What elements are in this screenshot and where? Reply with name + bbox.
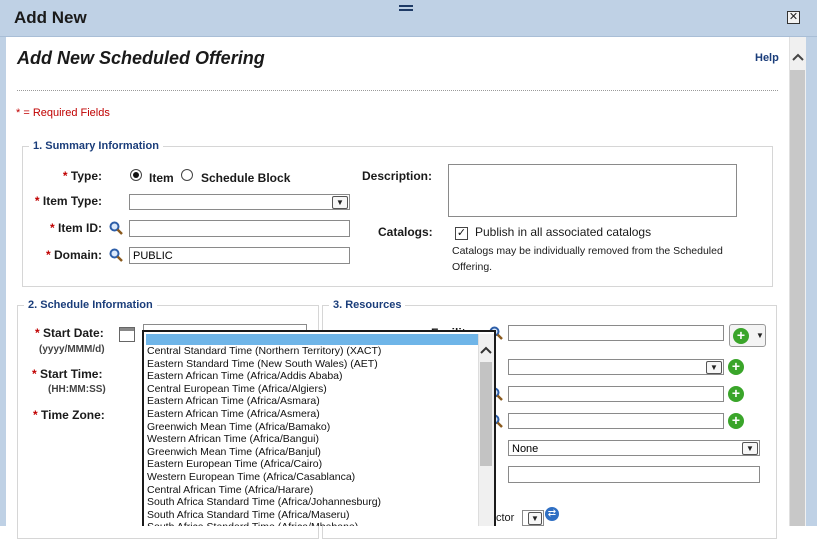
modal-title: Add New	[14, 8, 87, 27]
refresh-icon[interactable]: ⇄	[545, 507, 559, 521]
type-item-radio[interactable]	[130, 169, 142, 181]
help-link[interactable]: Help	[755, 52, 779, 64]
resource-select-1[interactable]: ▼	[508, 359, 724, 375]
item-id-label: * Item ID:	[49, 221, 102, 235]
drag-handle-icon[interactable]	[399, 5, 413, 13]
item-type-select[interactable]: ▼	[129, 194, 350, 210]
resource-input-2[interactable]	[508, 386, 724, 402]
schedule-section-legend: 2. Schedule Information	[28, 299, 153, 311]
domain-search-icon[interactable]	[109, 248, 123, 262]
timezone-scroll-thumb[interactable]	[480, 362, 492, 466]
timezone-option[interactable]: Eastern African Time (Africa/Addis Ababa…	[146, 370, 476, 383]
start-time-label: * Start Time:	[32, 367, 103, 381]
timezone-option[interactable]: Central African Time (Africa/Harare)	[146, 484, 476, 497]
item-id-search-icon[interactable]	[109, 221, 123, 235]
summary-section-legend: 1. Summary Information	[33, 140, 159, 152]
start-time-format-hint: (HH:MM:SS)	[48, 384, 106, 395]
resource-3-add-icon[interactable]: +	[728, 413, 744, 429]
calendar-icon[interactable]	[119, 327, 135, 342]
type-schedule-block-label: Schedule Block	[201, 171, 291, 185]
publish-catalogs-checkbox[interactable]: ✓	[455, 227, 468, 240]
timezone-option[interactable]: Central Standard Time (Northern Territor…	[146, 345, 476, 358]
timezone-option[interactable]: South Africa Standard Time (Africa/Maser…	[146, 509, 476, 522]
timezone-option[interactable]: Eastern European Time (Africa/Cairo)	[146, 458, 476, 471]
start-date-label: * Start Date:	[35, 326, 104, 340]
timezone-option[interactable]: Eastern African Time (Africa/Asmera)	[146, 408, 476, 421]
facility-menu-chevron-icon: ▼	[756, 331, 764, 340]
chevron-down-icon: ▼	[706, 361, 722, 374]
description-textarea[interactable]	[448, 164, 737, 217]
start-date-format-hint: (yyyy/MMM/d)	[39, 344, 105, 355]
catalogs-note-line1: Catalogs may be individually removed fro…	[452, 245, 723, 257]
item-type-label: * Item Type:	[34, 194, 102, 208]
instructor-partial-label: ctor	[496, 512, 515, 524]
catalogs-label: Catalogs:	[378, 225, 433, 239]
page-title: Add New Scheduled Offering	[17, 48, 265, 68]
close-button[interactable]: ✕	[787, 11, 800, 24]
facility-add-icon: +	[733, 328, 749, 344]
modal-left-border	[0, 37, 6, 526]
domain-label: * Domain:	[45, 248, 102, 262]
resource-input-3[interactable]	[508, 413, 724, 429]
page-scroll-thumb[interactable]	[790, 70, 805, 526]
resources-section-legend: 3. Resources	[333, 299, 402, 311]
chevron-down-icon: ▼	[528, 512, 542, 525]
resource-2-add-icon[interactable]: +	[728, 386, 744, 402]
timezone-dropdown-list[interactable]: Central Standard Time (Northern Territor…	[142, 330, 496, 526]
type-item-label: Item	[149, 171, 174, 185]
timezone-option[interactable]: Eastern Standard Time (New South Wales) …	[146, 358, 476, 371]
timezone-option[interactable]: Greenwich Mean Time (Africa/Bamako)	[146, 421, 476, 434]
modal-right-border	[806, 37, 817, 526]
timezone-option[interactable]: Western European Time (Africa/Casablanca…	[146, 471, 476, 484]
timezone-option[interactable]: South Africa Standard Time (Africa/Mbaba…	[146, 521, 476, 526]
timezone-option[interactable]: Greenwich Mean Time (Africa/Banjul)	[146, 446, 476, 459]
resource-none-select[interactable]: None ▼	[508, 440, 760, 456]
domain-input[interactable]: PUBLIC	[129, 247, 350, 264]
facility-add-menu-button[interactable]: + ▼	[729, 324, 766, 347]
title-divider	[17, 90, 778, 91]
facility-input[interactable]	[508, 325, 724, 341]
timezone-highlighted-option[interactable]	[146, 334, 478, 345]
timezone-option[interactable]: South Africa Standard Time (Africa/Johan…	[146, 496, 476, 509]
required-fields-note: * = Required Fields	[16, 107, 110, 119]
type-schedule-block-radio[interactable]	[181, 169, 193, 181]
time-zone-label: * Time Zone:	[33, 408, 105, 422]
resource-text-input[interactable]	[508, 466, 760, 483]
timezone-option[interactable]: Western African Time (Africa/Bangui)	[146, 433, 476, 446]
item-id-input[interactable]	[129, 220, 350, 237]
type-label: * Type:	[62, 169, 102, 183]
timezone-scroll-up-icon[interactable]	[478, 345, 494, 359]
timezone-option[interactable]: Eastern African Time (Africa/Asmara)	[146, 395, 476, 408]
description-label: Description:	[362, 169, 433, 183]
chevron-down-icon: ▼	[742, 442, 758, 455]
resource-1-add-icon[interactable]: +	[728, 359, 744, 375]
chevron-down-icon: ▼	[332, 196, 348, 209]
timezone-option[interactable]: Central European Time (Africa/Algiers)	[146, 383, 476, 396]
catalogs-note-line2: Offering.	[452, 261, 493, 273]
publish-catalogs-label: Publish in all associated catalogs	[475, 225, 652, 239]
timezone-options: Central Standard Time (Northern Territor…	[146, 345, 476, 526]
instructor-select[interactable]: ▼	[522, 510, 544, 526]
scroll-up-arrow-icon[interactable]	[790, 50, 805, 66]
